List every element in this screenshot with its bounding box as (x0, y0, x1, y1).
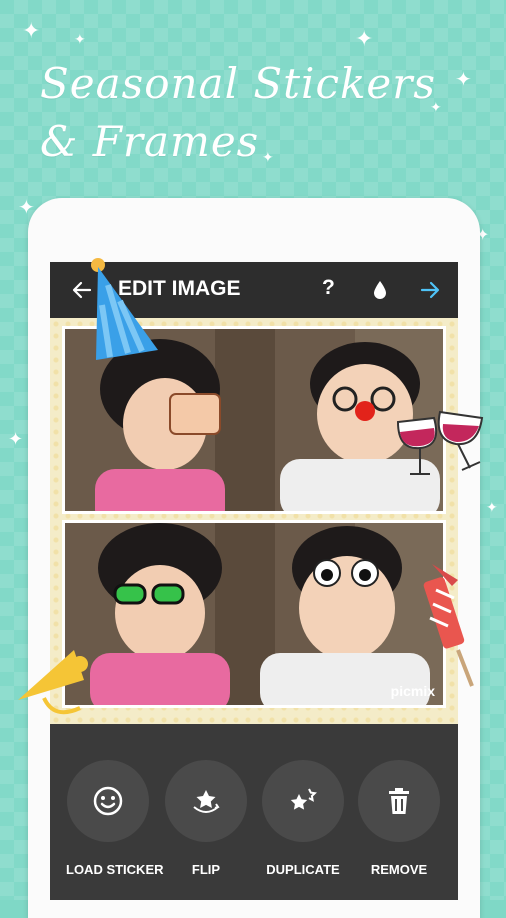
flip-label: FLIP (191, 862, 221, 877)
flip-button[interactable]: FLIP (164, 760, 248, 877)
water-drop-icon[interactable] (372, 280, 388, 300)
headline: Seasonal Stickers & Frames (40, 55, 436, 171)
smiley-icon (93, 786, 123, 816)
sparkle-icon: ✦ (455, 69, 472, 91)
next-arrow-icon[interactable] (418, 278, 442, 302)
duplicate-star-icon (290, 788, 317, 810)
duplicate-button[interactable]: DUPLICATE (261, 760, 345, 877)
load-sticker-label: LOAD STICKER (66, 862, 164, 877)
sparkle-icon: ✦ (486, 499, 498, 515)
load-sticker-button[interactable]: LOAD STICKER (66, 760, 164, 877)
help-button[interactable]: ? (322, 276, 335, 300)
headline-line2: & Frames (40, 117, 260, 166)
horn-sticker (18, 650, 88, 715)
sparkle-icon: ✦ (8, 429, 24, 449)
sparkle-icon: ✦ (74, 31, 86, 47)
sparkle-icon: ✦ (22, 18, 41, 43)
edit-canvas[interactable]: picmix (50, 318, 458, 724)
party-hat-sticker (91, 258, 158, 360)
duplicate-label: DUPLICATE (266, 862, 340, 877)
remove-button[interactable]: REMOVE (357, 760, 441, 877)
sparkle-icon: ✦ (355, 26, 374, 51)
wine-glasses-sticker (396, 410, 484, 475)
flip-star-icon (193, 790, 220, 813)
headline-line1: Seasonal Stickers (40, 59, 436, 108)
photo-bottom[interactable]: picmix (62, 520, 446, 708)
trash-icon (389, 788, 409, 814)
remove-label: REMOVE (370, 862, 428, 877)
tool-panel: LOAD STICKER FLIP DUPLICATE REMOVE (50, 724, 458, 900)
firework-rocket-sticker (423, 564, 474, 687)
photo-bottom-image (65, 523, 443, 705)
